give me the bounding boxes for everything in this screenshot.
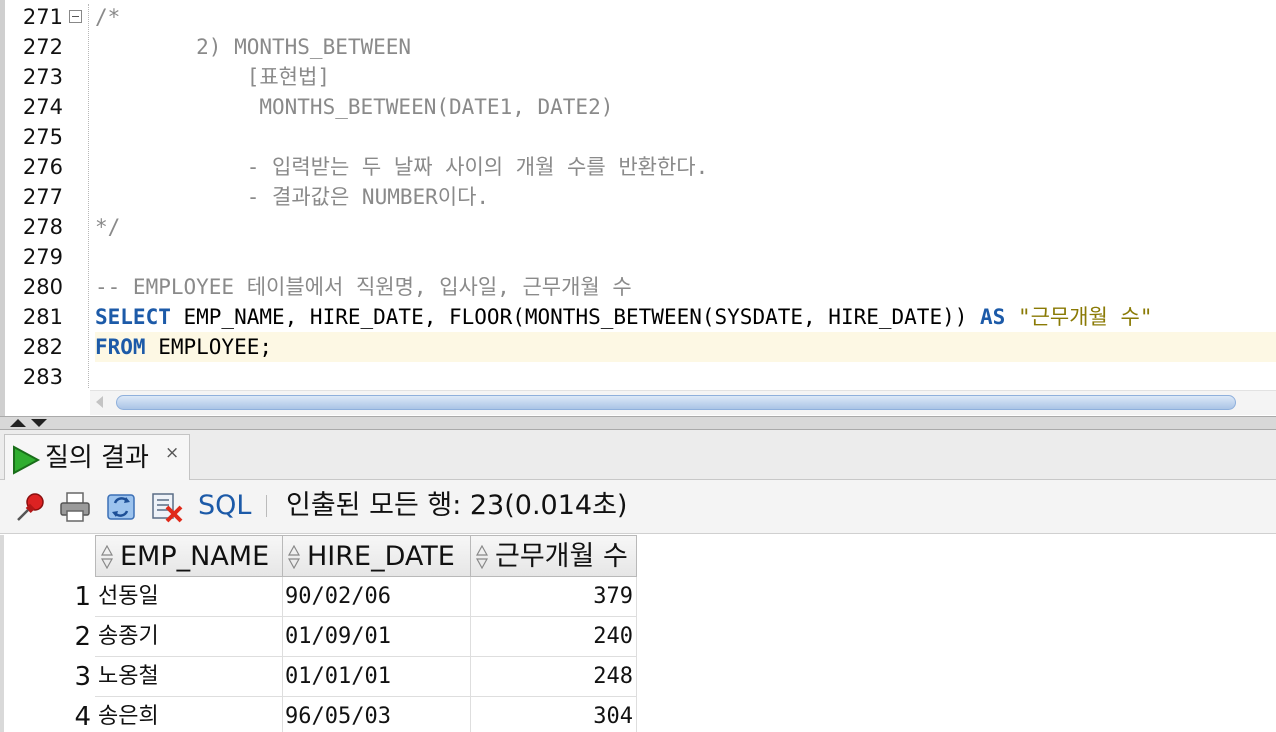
line-number-gutter: 271 272 273 274 275 276 277 278 279 280 … (5, 0, 67, 390)
cell-months[interactable]: 304 (470, 697, 637, 732)
cell-months[interactable]: 240 (470, 617, 637, 657)
sort-icon[interactable] (288, 545, 300, 569)
code-line[interactable]: [표현법] (95, 62, 1276, 92)
cell-emp-name[interactable]: 선동일 (95, 577, 283, 617)
line-number: 277 (22, 185, 63, 209)
code-line[interactable]: -- EMPLOYEE 테이블에서 직원명, 입사일, 근무개월 수 (95, 272, 1276, 302)
sql-text: EMPLOYEE; (145, 335, 273, 359)
code-line[interactable]: 2) MONTHS_BETWEEN (95, 32, 1276, 62)
code-line[interactable]: */ (95, 212, 1276, 242)
line-number: 274 (22, 95, 63, 119)
code-line[interactable]: MONTHS_BETWEEN(DATE1, DATE2) (95, 92, 1276, 122)
close-icon[interactable]: × (165, 443, 179, 463)
maximize-up-icon[interactable] (10, 419, 26, 427)
results-tab-bar: 질의 결과 × (0, 430, 1276, 480)
line-number: 273 (22, 65, 63, 89)
code-line[interactable] (95, 242, 1276, 272)
column-header-label: EMP_NAME (120, 541, 270, 572)
line-number: 272 (22, 35, 63, 59)
sql-button[interactable]: SQL (198, 488, 251, 524)
cell-emp-name[interactable]: 송은희 (95, 697, 283, 732)
line-number: 281 (22, 305, 63, 329)
code-line-current[interactable]: FROM EMPLOYEE; (95, 332, 1276, 362)
sort-icon[interactable] (101, 545, 113, 569)
cell-hire-date[interactable]: 96/05/03 (282, 697, 471, 732)
code-line[interactable] (95, 122, 1276, 152)
column-header-label: 근무개월 수 (495, 541, 628, 572)
cell-hire-date[interactable]: 90/02/06 (282, 577, 471, 617)
sql-string: "근무개월 수" (1005, 305, 1153, 329)
line-number: 279 (22, 245, 63, 269)
cell-hire-date[interactable]: 01/09/01 (282, 617, 471, 657)
pane-splitter[interactable] (0, 416, 1276, 430)
cell-hire-date[interactable]: 01/01/01 (282, 657, 471, 697)
code-line[interactable] (95, 362, 1276, 392)
code-area[interactable]: /* 2) MONTHS_BETWEEN [표현법] MONTHS_BETWEE… (95, 0, 1276, 390)
line-number: 280 (22, 275, 63, 299)
line-number: 276 (22, 155, 63, 179)
cell-emp-name[interactable]: 노옹철 (95, 657, 283, 697)
sql-text: EMP_NAME, HIRE_DATE, FLOOR(MONTHS_BETWEE… (170, 305, 981, 329)
code-line[interactable]: /* (95, 2, 1276, 32)
results-toolbar: SQL 인출된 모든 행: 23(0.014초) (0, 480, 1276, 534)
scroll-left-icon[interactable] (96, 396, 103, 408)
fetch-status-text: 인출된 모든 행: 23(0.014초) (286, 490, 628, 521)
row-number[interactable]: 2 (4, 617, 91, 657)
code-line[interactable]: - 결과값은 NUMBER이다. (95, 182, 1276, 212)
line-number: 282 (22, 335, 63, 359)
sort-icon[interactable] (476, 545, 488, 569)
cell-months[interactable]: 248 (470, 657, 637, 697)
line-number: 275 (22, 125, 63, 149)
tab-label: 질의 결과 (45, 443, 149, 473)
sql-keyword: AS (980, 305, 1006, 329)
column-header[interactable]: EMP_NAME (95, 535, 283, 577)
results-grid[interactable]: EMP_NAME HIRE_DATE 근무개월 수 1 선동일 90/02/06… (4, 535, 1276, 732)
cell-months[interactable]: 379 (470, 577, 637, 617)
sql-editor[interactable]: 271 272 273 274 275 276 277 278 279 280 … (0, 0, 1276, 418)
code-line[interactable]: - 입력받는 두 날짜 사이의 개월 수를 반환한다. (95, 152, 1276, 182)
horizontal-scrollbar[interactable] (90, 390, 1276, 415)
pin-icon[interactable] (14, 490, 48, 524)
run-triangle-icon (13, 445, 41, 475)
print-icon[interactable] (58, 490, 92, 524)
collapse-icon[interactable] (69, 10, 82, 23)
row-number[interactable]: 3 (4, 657, 91, 697)
fold-guide (88, 4, 89, 388)
refresh-icon[interactable] (104, 490, 138, 524)
column-header[interactable]: HIRE_DATE (282, 535, 471, 577)
line-number: 283 (22, 365, 63, 389)
line-number: 271 (22, 5, 63, 29)
sql-keyword: FROM (95, 335, 146, 359)
toolbar-divider (266, 495, 267, 517)
sql-keyword: SELECT (95, 305, 171, 329)
row-number[interactable]: 1 (4, 577, 91, 617)
column-header-label: HIRE_DATE (307, 541, 455, 572)
cell-emp-name[interactable]: 송종기 (95, 617, 283, 657)
maximize-down-icon[interactable] (31, 419, 47, 427)
code-line[interactable]: SELECT EMP_NAME, HIRE_DATE, FLOOR(MONTHS… (95, 302, 1276, 332)
scrollbar-thumb[interactable] (116, 395, 1236, 410)
row-number[interactable]: 4 (4, 697, 91, 732)
tab-query-result[interactable]: 질의 결과 × (4, 434, 190, 480)
clear-icon[interactable] (150, 490, 184, 524)
line-number: 278 (22, 215, 63, 239)
column-header[interactable]: 근무개월 수 (470, 535, 637, 577)
